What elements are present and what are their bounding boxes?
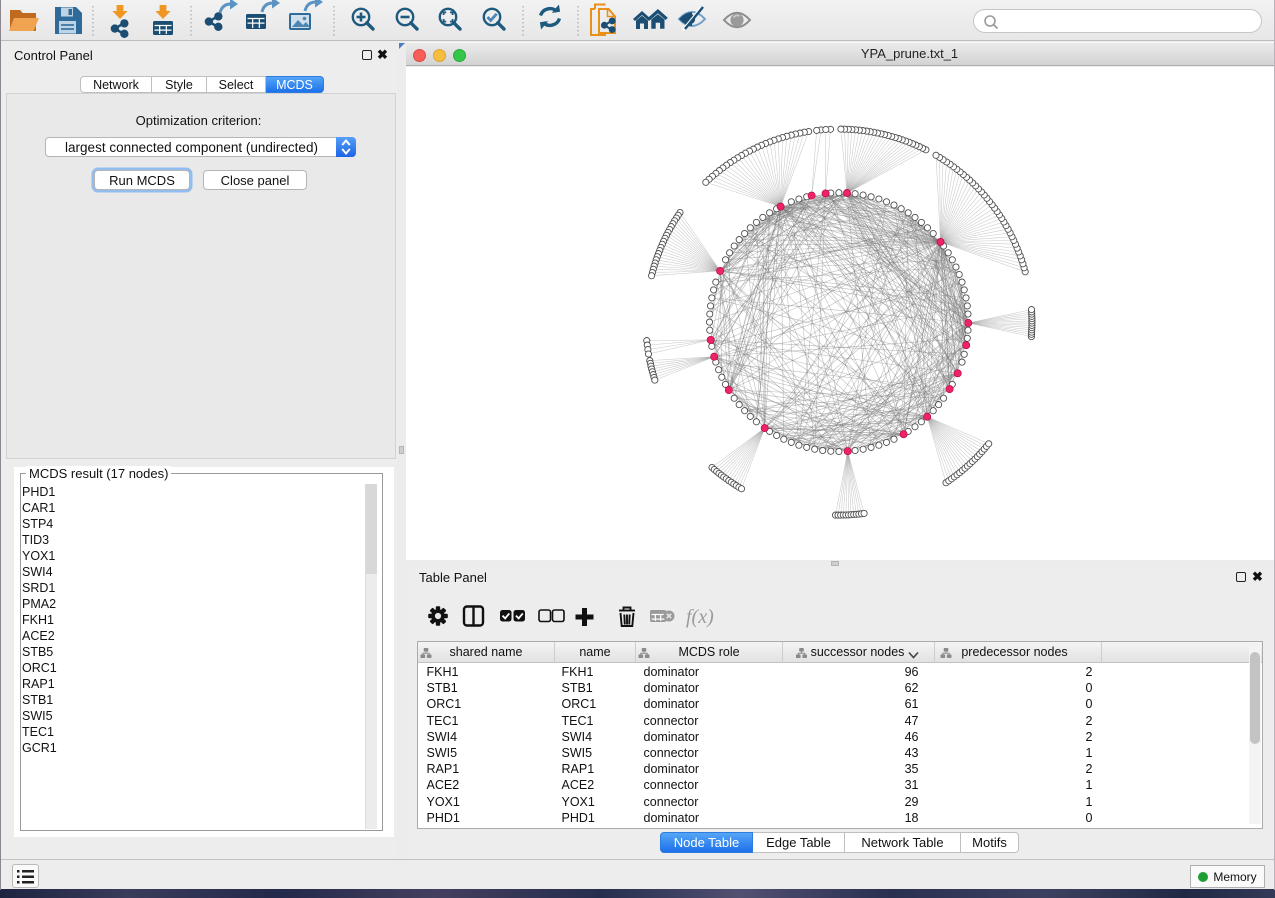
- svg-text:f(x): f(x): [686, 606, 714, 628]
